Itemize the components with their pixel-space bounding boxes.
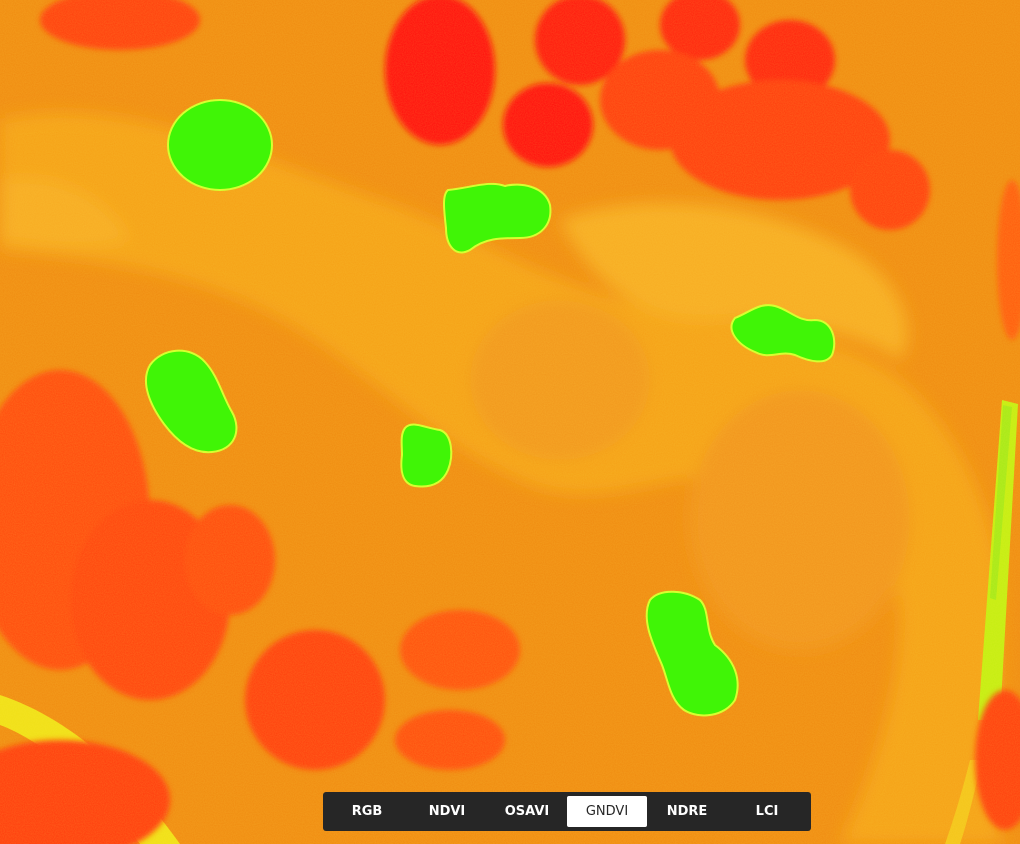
tab-rgb[interactable]: RGB (327, 796, 407, 827)
tab-osavi[interactable]: OSAVI (487, 796, 567, 827)
green-1 (167, 99, 273, 191)
gndvi-index-map[interactable] (0, 0, 1020, 844)
index-selector-toolbar: RGB NDVI OSAVI GNDVI NDRE LCI (323, 792, 811, 831)
tab-gndvi[interactable]: GNDVI (567, 796, 647, 827)
tab-ndvi[interactable]: NDVI (407, 796, 487, 827)
green-5 (400, 423, 453, 488)
tab-lci[interactable]: LCI (727, 796, 807, 827)
tab-ndre[interactable]: NDRE (647, 796, 727, 827)
texture-overlay (0, 0, 1020, 844)
index-map-viewer[interactable]: RGB NDVI OSAVI GNDVI NDRE LCI (0, 0, 1020, 844)
